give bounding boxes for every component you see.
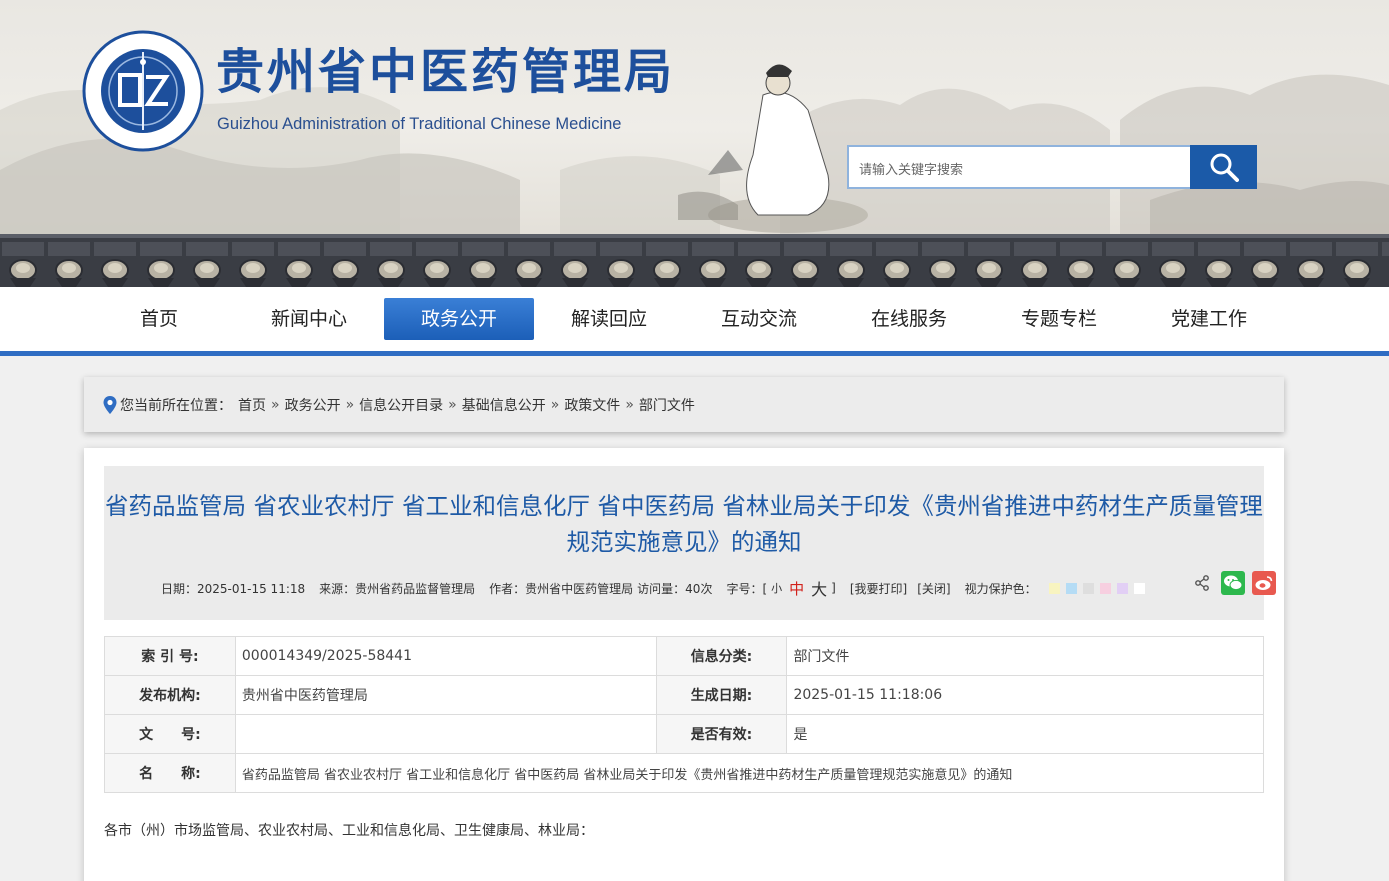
generated-date-label: 生成日期: [655,675,788,715]
logo-seal [82,30,204,152]
category-value: 部门文件 [786,636,1264,676]
document-number-label: 文 号: [104,714,236,754]
font-size-label: 字号：[ [726,581,768,596]
article-meta: 日期：2025-01-15 11:18 来源：贵州省药品监督管理局 作者：贵州省… [161,576,1151,600]
nav-item-home[interactable]: 首页 [84,298,234,340]
eye-care-swatch-gray[interactable] [1082,582,1094,594]
nav-item-government-affairs[interactable]: 政务公开 [384,298,534,340]
nav-item-interpretation[interactable]: 解读回应 [534,298,684,340]
table-row: 索 引 号: 000014349/2025-58441 信息分类: 部门文件 [104,636,1264,676]
share-button[interactable] [1190,571,1214,595]
close-button[interactable]: [关闭] [917,580,950,597]
scholar-figure-illustration [678,64,868,233]
article-body-first-line: 各市（州）市场监管局、农业农村局、工业和信息化局、卫生健康局、林业局： [104,823,594,839]
validity-label: 是否有效: [655,714,788,754]
share-icon [1195,575,1209,591]
nav-item-interaction[interactable]: 互动交流 [684,298,834,340]
site-subtitle: Guizhou Administration of Traditional Ch… [217,115,622,133]
table-row: 发布机构: 贵州省中医药管理局 生成日期: 2025-01-15 11:18:0… [104,675,1264,715]
location-pin-icon [103,395,117,414]
breadcrumb: 您当前所在位置： 首页 » 政务公开 » 信息公开目录 » 基础信息公开 » 政… [84,377,1284,432]
breadcrumb-separator: » [448,396,457,413]
print-button[interactable]: [我要打印] [850,580,907,597]
search-icon [1210,153,1239,182]
search-button[interactable] [1190,145,1257,189]
name-label: 名 称: [104,753,236,793]
breadcrumb-dept-docs[interactable]: 部门文件 [639,395,695,415]
generated-date-value: 2025-01-15 11:18:06 [786,675,1264,715]
eye-care-swatch-yellow[interactable] [1048,582,1060,594]
breadcrumb-separator: » [345,396,355,413]
breadcrumb-policy-docs[interactable]: 政策文件 [564,395,620,415]
table-row: 名 称: 省药品监管局 省农业农村厅 省工业和信息化厅 省中医药局 省林业局关于… [104,753,1265,793]
eye-care-swatch-purple[interactable] [1116,582,1128,594]
publisher-value: 贵州省中医药管理局 [234,675,657,715]
eye-care-swatch-pink[interactable] [1099,582,1111,594]
font-size-large-button[interactable]: 大 [811,576,827,600]
eye-care-swatch-white[interactable] [1133,582,1145,594]
publisher-label: 发布机构: [104,675,236,715]
breadcrumb-basic-info[interactable]: 基础信息公开 [462,395,546,415]
search-input[interactable]: 请输入关键字搜索 [847,145,1192,189]
breadcrumb-prefix: 您当前所在位置： [120,397,232,414]
article-header: 省药品监管局 省农业农村厅 省工业和信息化厅 省中医药局 省林业局关于印发《贵州… [104,466,1276,620]
meta-date: 日期：2025-01-15 11:18 [161,581,306,596]
roof-tiles-banner [0,234,1389,287]
table-row: 文 号: 是否有效: 是 [104,714,1264,754]
nav-divider [0,351,1389,356]
nav-item-party-building[interactable]: 党建工作 [1134,298,1284,340]
breadcrumb-separator: » [550,396,560,413]
meta-author: 作者：贵州省中医药管理局 [489,581,634,596]
article-card: 省药品监管局 省农业农村厅 省工业和信息化厅 省中医药局 省林业局关于印发《贵州… [84,448,1284,881]
breadcrumb-government-affairs[interactable]: 政务公开 [285,395,341,415]
breadcrumb-disclosure-catalog[interactable]: 信息公开目录 [359,395,443,415]
nav-item-news[interactable]: 新闻中心 [234,298,384,340]
category-label: 信息分类: [655,636,788,676]
index-number-label: 索 引 号: [104,636,236,676]
breadcrumb-separator: » [271,396,280,413]
font-size-close-bracket: ] [831,581,836,595]
weibo-icon [1255,576,1273,590]
site-header: 贵州省中医药管理局 Guizhou Administration of Trad… [0,0,1389,287]
document-number-value [234,714,657,754]
share-bar [1190,571,1276,595]
weibo-share-button[interactable] [1252,571,1276,595]
breadcrumb-separator: » [625,396,634,413]
validity-value: 是 [786,714,1264,754]
meta-visits: 访问量：40次 [637,581,713,596]
wechat-share-button[interactable] [1221,571,1245,595]
name-value: 省药品监管局 省农业农村厅 省工业和信息化厅 省中医药局 省林业局关于印发《贵州… [234,753,1265,793]
font-size-medium-button[interactable]: 中 [789,578,804,599]
article-title: 省药品监管局 省农业农村厅 省工业和信息化厅 省中医药局 省林业局关于印发《贵州… [105,492,1263,556]
eye-care-swatch-blue[interactable] [1065,582,1077,594]
breadcrumb-home[interactable]: 首页 [238,395,266,415]
nav-item-special-topics[interactable]: 专题专栏 [984,298,1134,340]
font-size-small-button[interactable]: 小 [771,580,782,596]
site-title: 贵州省中医药管理局 [216,44,676,100]
index-number-value: 000014349/2025-58441 [234,636,657,676]
nav-item-online-service[interactable]: 在线服务 [834,298,984,340]
wechat-icon [1224,575,1243,591]
eye-care-label: 视力保护色： [964,581,1037,596]
meta-source: 来源：贵州省药品监督管理局 [319,581,476,596]
info-table: 索 引 号: 000014349/2025-58441 信息分类: 部门文件 发… [104,636,1265,793]
